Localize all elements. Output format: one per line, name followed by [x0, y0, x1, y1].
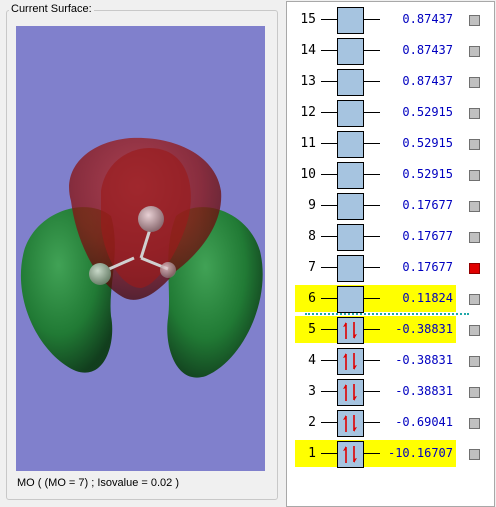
mo-level-row[interactable]: 4 -0.38831 — [287, 345, 494, 377]
mo-select-marker[interactable] — [469, 77, 480, 88]
mo-level-row[interactable]: 9 0.17677 — [287, 190, 494, 222]
mo-level-row[interactable]: 6 0.11824 — [287, 283, 494, 315]
homo-lumo-divider — [305, 313, 469, 315]
mo-level-line — [321, 329, 337, 330]
mo-energy-value: 0.87437 — [402, 12, 453, 26]
hydrogen-atom-left — [89, 263, 111, 285]
mo-level-row[interactable]: 15 0.87437 — [287, 4, 494, 36]
mo-select-marker[interactable] — [469, 418, 480, 429]
mo-level-row[interactable]: 1 -10.16707 — [287, 438, 494, 470]
mo-level-row[interactable]: 3 -0.38831 — [287, 376, 494, 408]
mo-level-row[interactable]: 2 -0.69041 — [287, 407, 494, 439]
mo-level-number: 2 — [308, 415, 316, 430]
mo-level-line — [321, 19, 337, 20]
mo-energy-value: 0.52915 — [402, 136, 453, 150]
mo-select-marker[interactable] — [469, 325, 480, 336]
mo-level-line — [321, 236, 337, 237]
mo-level-number: 1 — [308, 446, 316, 461]
mo-level-line — [321, 143, 337, 144]
mo-select-marker[interactable] — [469, 139, 480, 150]
mo-level-number: 11 — [300, 136, 316, 151]
mo-energy-value: 0.52915 — [402, 105, 453, 119]
mo-level-line — [321, 205, 337, 206]
mo-energy-value: 0.17677 — [402, 198, 453, 212]
mo-energy-value: 0.52915 — [402, 167, 453, 181]
mo-level-row[interactable]: 8 0.17677 — [287, 221, 494, 253]
orbital-render — [20, 137, 263, 378]
mo-energy-value: 0.17677 — [402, 260, 453, 274]
mo-level-row[interactable]: 5 -0.38831 — [287, 314, 494, 346]
mo-level-row[interactable]: 13 0.87437 — [287, 66, 494, 98]
mo-level-number: 9 — [308, 198, 316, 213]
mo-energy-value: 0.87437 — [402, 74, 453, 88]
mo-level-number: 13 — [300, 74, 316, 89]
mo-select-marker[interactable] — [469, 15, 480, 26]
mo-level-row[interactable]: 7 0.17677 — [287, 252, 494, 284]
mo-level-number: 12 — [300, 105, 316, 120]
mo-level-number: 10 — [300, 167, 316, 182]
mo-level-line — [321, 360, 337, 361]
mo-level-row[interactable]: 14 0.87437 — [287, 35, 494, 67]
mo-energy-diagram: 15 0.87437 14 0.87437 13 0.87437 12 0.52915 11 0.… — [286, 1, 495, 507]
mo-energy-value: -0.38831 — [395, 322, 453, 336]
mo-level-line — [321, 112, 337, 113]
hydrogen-atom-top — [138, 206, 164, 232]
mo-level-row[interactable]: 11 0.52915 — [287, 128, 494, 160]
mo-level-line — [321, 422, 337, 423]
mo-level-number: 14 — [300, 43, 316, 58]
mo-level-number: 8 — [308, 229, 316, 244]
mo-level-number: 6 — [308, 291, 316, 306]
orbital-3d-viewport[interactable] — [16, 26, 265, 471]
mo-select-marker[interactable] — [469, 387, 480, 398]
mo-level-number: 5 — [308, 322, 316, 337]
mo-selected-marker[interactable] — [469, 263, 480, 274]
surface-panel-title: Current Surface: — [9, 3, 94, 15]
mo-level-number: 15 — [300, 12, 316, 27]
mo-select-marker[interactable] — [469, 108, 480, 119]
mo-select-marker[interactable] — [469, 170, 480, 181]
surface-panel: Current Surface: MO ((MO = 7) ; Isovalu… — [0, 0, 281, 507]
mo-level-number: 7 — [308, 260, 316, 275]
mo-select-marker[interactable] — [469, 46, 480, 57]
mo-energy-value: -0.69041 — [395, 415, 453, 429]
mo-level-line — [321, 298, 337, 299]
mo-energy-value: 0.17677 — [402, 229, 453, 243]
mo-level-line — [321, 174, 337, 175]
mo-level-number: 3 — [308, 384, 316, 399]
mo-energy-value: -10.16707 — [387, 446, 453, 460]
mo-select-marker[interactable] — [469, 232, 480, 243]
mo-level-line — [321, 267, 337, 268]
mo-select-marker[interactable] — [469, 294, 480, 305]
mo-status-label: MO ( (MO = 7) ; Isovalue = 0.02 ) — [17, 477, 179, 489]
mo-energy-value: -0.38831 — [395, 384, 453, 398]
mo-level-line — [321, 81, 337, 82]
mo-select-marker[interactable] — [469, 449, 480, 460]
mo-level-row[interactable]: 10 0.52915 — [287, 159, 494, 191]
mo-select-marker[interactable] — [469, 201, 480, 212]
mo-energy-value: -0.38831 — [395, 353, 453, 367]
mo-level-line — [321, 453, 337, 454]
mo-energy-value: 0.87437 — [402, 43, 453, 57]
mo-energy-value: 0.11824 — [402, 291, 453, 305]
hydrogen-atom-right — [160, 262, 176, 278]
mo-level-number: 4 — [308, 353, 316, 368]
mo-level-row[interactable]: 12 0.52915 — [287, 97, 494, 129]
mo-level-line — [321, 50, 337, 51]
mo-select-marker[interactable] — [469, 356, 480, 367]
mo-level-line — [321, 391, 337, 392]
